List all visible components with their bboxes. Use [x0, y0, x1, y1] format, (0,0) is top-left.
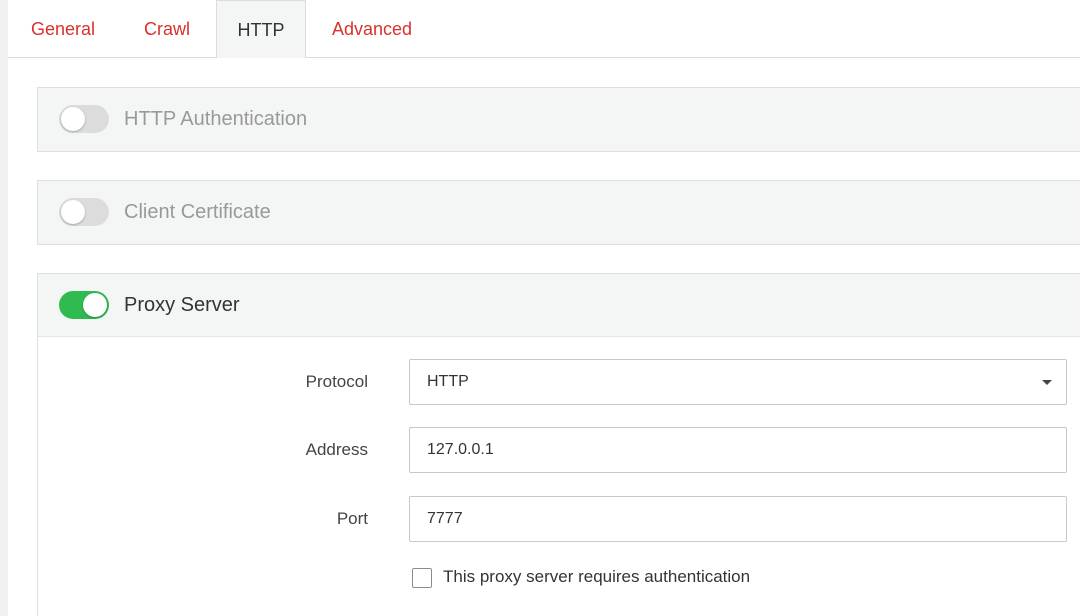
- proxy-server-toggle[interactable]: [59, 291, 109, 319]
- protocol-label: Protocol: [305, 372, 368, 391]
- tab-crawl[interactable]: Crawl: [118, 0, 216, 58]
- panel-header: Proxy Server: [38, 274, 1080, 336]
- address-input[interactable]: 127.0.0.1: [409, 427, 1067, 473]
- address-label: Address: [305, 440, 368, 459]
- client-certificate-toggle[interactable]: [59, 198, 109, 226]
- tab-advanced[interactable]: Advanced: [306, 0, 438, 58]
- panel-header: HTTP Authentication: [38, 88, 1080, 150]
- panel-title: Proxy Server: [124, 294, 240, 316]
- tab-content: HTTP Authentication Client Certificate P…: [8, 58, 1080, 616]
- left-border: [0, 0, 8, 616]
- http-authentication-panel: HTTP Authentication: [37, 87, 1080, 152]
- proxy-auth-checkbox-label[interactable]: This proxy server requires authenticatio…: [443, 567, 750, 587]
- toggle-knob: [61, 200, 85, 224]
- protocol-select[interactable]: HTTP: [409, 359, 1067, 405]
- tab-bar: General Crawl HTTP Advanced: [8, 0, 1080, 59]
- panel-header: Client Certificate: [38, 181, 1080, 243]
- toggle-knob: [61, 107, 85, 131]
- port-label: Port: [336, 509, 368, 528]
- port-input[interactable]: 7777: [409, 496, 1067, 542]
- tab-http[interactable]: HTTP: [216, 0, 306, 59]
- caret-down-icon: [1042, 380, 1052, 385]
- panel-title: HTTP Authentication: [124, 108, 308, 130]
- proxy-server-form: Protocol HTTP Address 127.0.0.1 Port 777…: [38, 336, 1080, 616]
- proxy-auth-checkbox[interactable]: [412, 568, 432, 588]
- tab-general[interactable]: General: [8, 0, 118, 58]
- http-authentication-toggle[interactable]: [59, 105, 109, 133]
- settings-window: General Crawl HTTP Advanced HTTP Authent…: [0, 0, 1080, 616]
- protocol-value: HTTP: [427, 373, 469, 390]
- panel-title: Client Certificate: [124, 201, 271, 223]
- proxy-server-panel: Proxy Server Protocol HTTP Address 127.0…: [37, 273, 1080, 616]
- client-certificate-panel: Client Certificate: [37, 180, 1080, 245]
- toggle-knob: [83, 293, 107, 317]
